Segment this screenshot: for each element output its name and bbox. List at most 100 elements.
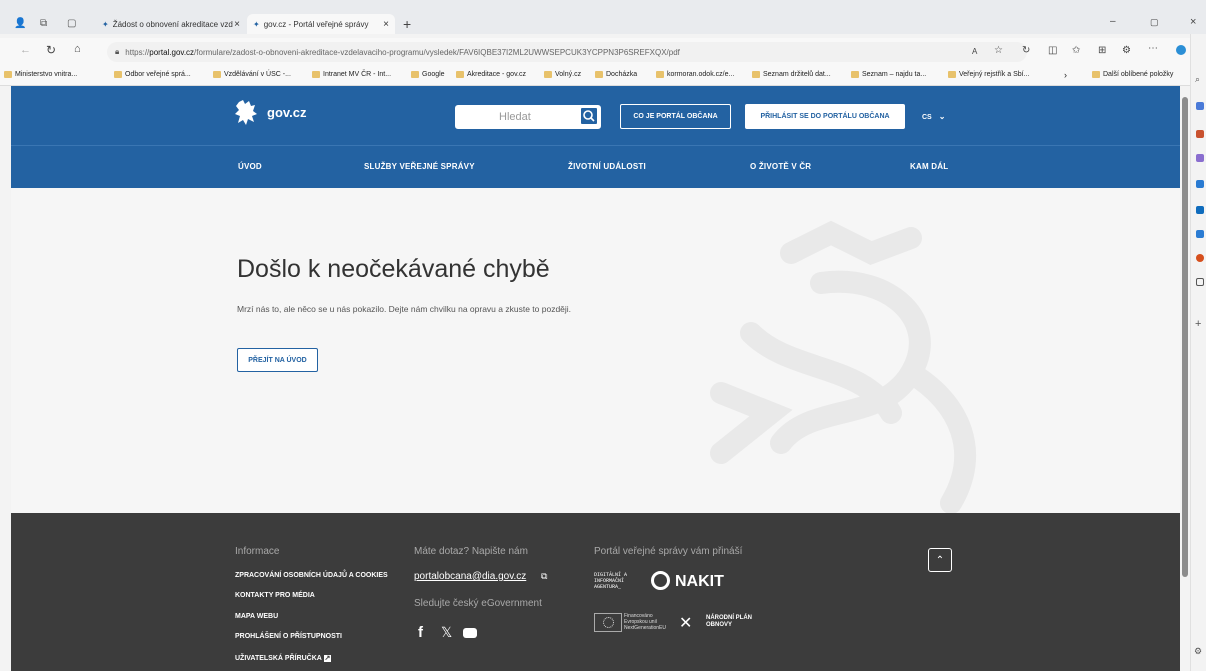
footer-link-sitemap[interactable]: MAPA WEBU (235, 613, 278, 620)
lion-watermark-icon (710, 220, 976, 513)
address-toolbar: ← ↻ ⌂ 🔒︎ https://portal.gov.cz/formulare… (0, 38, 1206, 66)
lion-logo-icon (235, 100, 257, 125)
send-icon[interactable] (1196, 230, 1204, 238)
office-app-icon[interactable] (1196, 254, 1204, 262)
sidebar-settings-icon[interactable]: ⚙︎ (1194, 646, 1202, 657)
page-title: Došlo k neočekávané chybě (237, 255, 550, 283)
read-aloud-icon[interactable]: A (972, 47, 977, 56)
bookmark-item[interactable]: Seznam – najdu ta... (851, 71, 926, 78)
npo-text: NÁRODNÍ PLÁN OBNOVY (706, 615, 752, 628)
footer-link-manual[interactable]: UŽIVATELSKÁ PŘÍRUČKA ↗ (235, 654, 332, 662)
go-home-button[interactable]: PŘEJÍT NA ÚVOD (237, 348, 318, 372)
dia-logo: DIGITÁLNÍ A INFORMAČNÍ AGENTURA_ (594, 572, 628, 590)
error-message: Mrzí nás to, ale něco se u nás pokazilo.… (237, 304, 572, 314)
close-window-icon[interactable]: × (1190, 16, 1196, 28)
nakit-logo: NAKIT (675, 573, 724, 590)
footer-heading-contact: Máte dotaz? Napište nám (414, 546, 528, 557)
nav-item-where-next[interactable]: KAM DÁL (910, 162, 948, 171)
collections-icon[interactable]: ⊞ (1098, 45, 1106, 56)
chevron-down-icon: ⌄ (938, 112, 946, 121)
tab-govcz[interactable]: ✦ gov.cz - Portál veřejné správy × (247, 14, 395, 34)
bookmark-item[interactable]: Ministerstvo vnitra... (4, 71, 77, 78)
nav-item-life-events[interactable]: ŽIVOTNÍ UDÁLOSTI (568, 162, 646, 171)
bookmark-item[interactable]: Vzdělávání v ÚSC -... (213, 71, 291, 78)
tab-accreditation[interactable]: ✦ Žádost o obnovení akreditace vzd × (96, 14, 246, 34)
nav-item-life-in-cz[interactable]: O ŽIVOTĚ V ČR (750, 162, 811, 171)
close-tab-icon[interactable]: × (383, 19, 389, 30)
eu-funding-text: Financováno Evropskou unií NextGeneratio… (624, 613, 666, 631)
bookmark-item[interactable]: Docházka (595, 71, 637, 78)
favorite-star-icon[interactable]: ☆ (994, 45, 1003, 56)
more-icon[interactable]: ⋯ (1148, 43, 1158, 54)
url-prefix: https:// (125, 47, 150, 57)
bookmark-item[interactable]: Intranet MV ČR - Int... (312, 71, 391, 78)
footer-link-accessibility[interactable]: PROHLÁŠENÍ O PŘÍSTUPNOSTI (235, 633, 342, 640)
add-sidebar-icon[interactable]: + (1195, 318, 1201, 330)
youtube-icon[interactable] (463, 628, 477, 638)
maximize-icon[interactable]: ▢ (1150, 17, 1159, 28)
bookmark-item[interactable]: kormoran.odok.cz/e... (656, 71, 734, 78)
outlook-icon[interactable] (1196, 206, 1204, 214)
other-favorites[interactable]: Další oblíbené položky (1092, 71, 1173, 78)
bookmarks-overflow-icon[interactable]: › (1064, 70, 1067, 80)
bookmark-item[interactable]: Google (411, 71, 445, 78)
login-button[interactable]: PŘIHLÁSIT SE DO PORTÁLU OBČANA (745, 104, 905, 129)
site-header: gov.cz Hledat CO JE PORTÁL OBČANA PŘIHLÁ… (11, 86, 1180, 145)
minimize-icon[interactable]: – (1110, 16, 1116, 27)
close-tab-icon[interactable]: × (234, 19, 240, 30)
contact-email-link[interactable]: portalobcana@dia.gov.cz (414, 571, 526, 582)
footer-link-media[interactable]: KONTAKTY PRO MÉDIA (235, 592, 315, 599)
footer-link-privacy[interactable]: ZPRACOVÁNÍ OSOBNÍCH ÚDAJŮ A COOKIES (235, 572, 388, 579)
scroll-to-top-button[interactable]: ⌃ (928, 548, 952, 572)
x-twitter-icon[interactable]: 𝕏 (441, 624, 452, 641)
facebook-icon[interactable]: f (418, 624, 423, 641)
search-icon[interactable]: ⌕ (1195, 74, 1200, 85)
office-icon[interactable] (1196, 180, 1204, 188)
nav-item-services[interactable]: SLUŽBY VEŘEJNÉ SPRÁVY (364, 162, 475, 171)
back-icon[interactable]: ← (20, 44, 31, 56)
nav-item-home[interactable]: ÚVOD (238, 162, 262, 171)
shopping-icon[interactable] (1196, 102, 1204, 110)
refresh-icon[interactable]: ↻ (46, 43, 56, 57)
copy-icon[interactable]: ⧉ (541, 571, 547, 582)
tab-label: Žádost o obnovení akreditace vzd (112, 19, 233, 29)
new-tab-icon[interactable]: + (403, 16, 411, 32)
error-content: Došlo k neočekávané chybě Mrzí nás to, a… (11, 188, 1180, 513)
games-icon[interactable] (1196, 154, 1204, 162)
bookmark-item[interactable]: Volný.cz (544, 71, 581, 78)
bookmarks-bar: Ministerstvo vnitra... Odbor veřejné spr… (0, 66, 1206, 86)
favorites-icon[interactable]: ✩ (1072, 45, 1080, 56)
npo-logo-icon: ✕ (679, 615, 693, 632)
nakit-ring-icon (651, 571, 670, 590)
copilot-icon[interactable] (1176, 45, 1186, 55)
bookmark-item[interactable]: Odbor veřejné sprá... (114, 71, 191, 78)
govcz-favicon-icon: ✦ (102, 19, 109, 29)
search-button[interactable] (579, 106, 599, 126)
search-icon (583, 110, 595, 122)
govcz-logo[interactable]: gov.cz (233, 98, 307, 126)
scrollbar-thumb[interactable] (1182, 97, 1188, 577)
lock-icon: 🔒︎ (115, 47, 120, 56)
tools-icon[interactable] (1196, 130, 1204, 138)
refresh-page-icon[interactable]: ↻ (1022, 45, 1030, 56)
footer-heading-brought: Portál veřejné správy vám přináší (594, 546, 743, 557)
bookmark-item[interactable]: Veřejný rejstřík a Sbí... (948, 71, 1029, 78)
bookmark-item[interactable]: Akreditace - gov.cz (456, 71, 526, 78)
footer-heading-info: Informace (235, 546, 280, 557)
home-icon[interactable]: ⌂ (74, 43, 81, 55)
notes-icon[interactable] (1196, 278, 1204, 286)
extensions-icon[interactable]: ⚙︎ (1122, 45, 1131, 56)
external-link-icon: ↗ (323, 655, 332, 662)
url-path: /formulare/zadost-o-obnoveni-akreditace-… (194, 47, 680, 57)
about-portal-button[interactable]: CO JE PORTÁL OBČANA (620, 104, 731, 129)
main-nav: ÚVOD SLUŽBY VEŘEJNÉ SPRÁVY ŽIVOTNÍ UDÁLO… (11, 145, 1180, 188)
footer-heading-social: Sledujte český eGovernment (414, 598, 542, 609)
profile-icon[interactable]: 👤 (14, 18, 26, 29)
tab-actions-icon[interactable]: ▢ (67, 18, 76, 29)
address-bar[interactable]: 🔒︎ https://portal.gov.cz/formulare/zados… (107, 42, 1027, 62)
bookmark-item[interactable]: Seznam držitelů dat... (752, 71, 831, 78)
split-screen-icon[interactable]: ◫ (1048, 45, 1057, 56)
language-select[interactable]: CS ⌄ (922, 112, 945, 121)
workspaces-icon[interactable]: ⧉ (40, 18, 47, 29)
logo-text: gov.cz (267, 104, 307, 120)
